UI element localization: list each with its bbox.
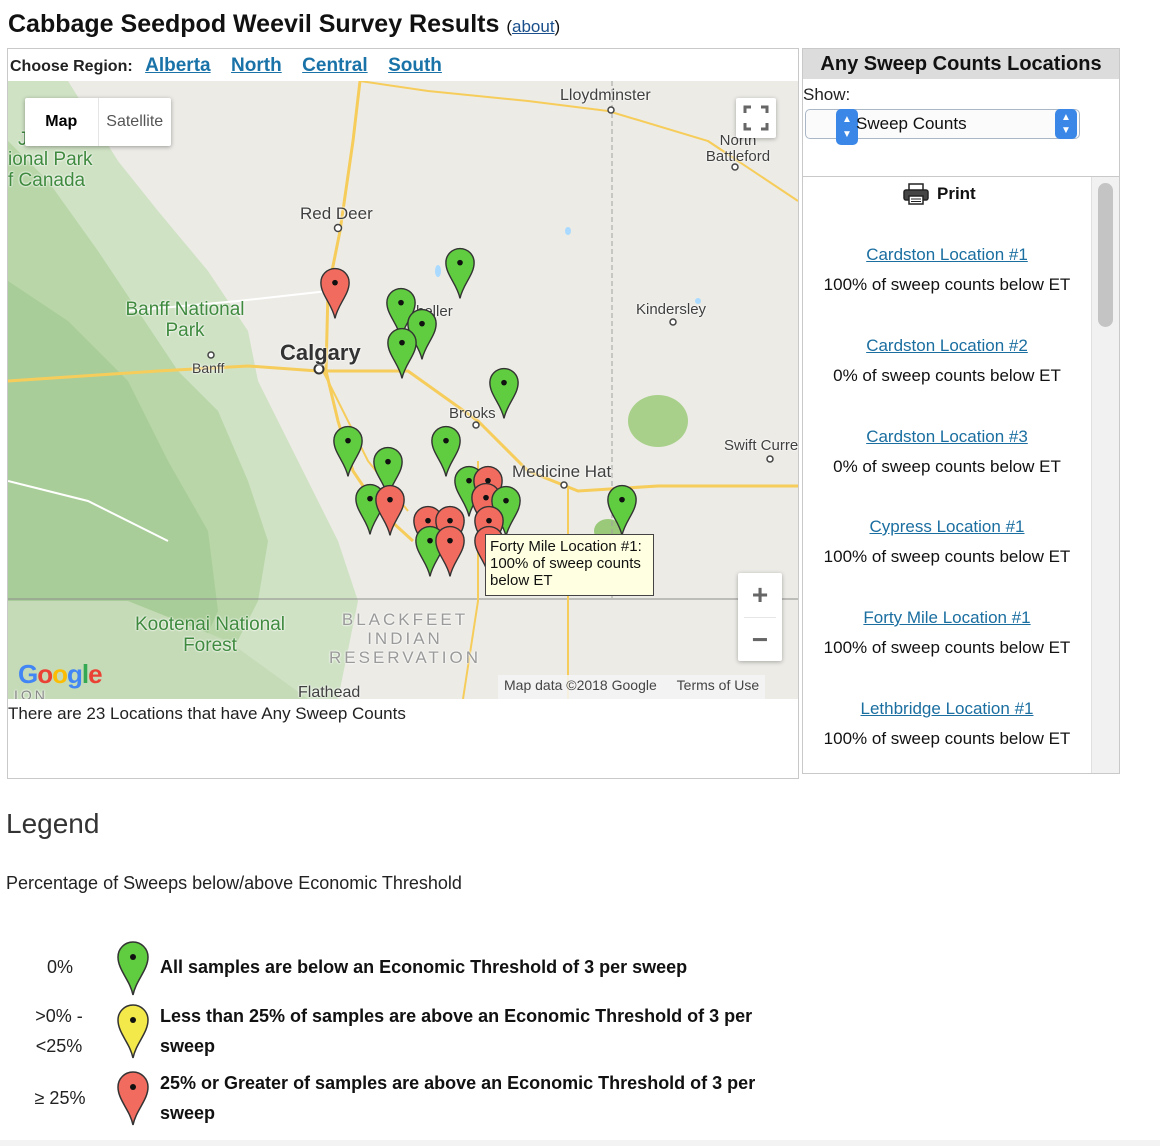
google-map[interactable]: Lloydminster North Battleford Ja ional P… [8,81,798,699]
legend-row: ≥ 25% 25% or Greater of samples are abov… [0,1068,800,1128]
legend-row: >0% - <25% Less than 25% of samples are … [0,1001,800,1061]
map-label-banff-np: Banff National Park [125,299,245,341]
yellow-marker-icon [117,1004,149,1059]
location-list: Print Cardston Location #1 100% of sweep… [803,177,1119,773]
page-title-text: Cabbage Seedpod Weevil Survey Results [8,10,500,38]
region-link-central[interactable]: Central [302,55,367,76]
map-label-medicine-hat: Medicine Hat [512,462,612,481]
location-pct: 100% of sweep counts below ET [823,547,1071,566]
map-label-calgary: Calgary [280,340,361,365]
legend-range: ≥ 25% [34,1088,86,1108]
map-label-kootenai: Kootenai National Forest [135,614,285,656]
about-link[interactable]: about [512,17,555,36]
list-item: Lethbridge Location #1 100% of sweep cou… [803,699,1091,749]
location-pct: 100% of sweep counts below ET [823,729,1071,748]
location-count-text: There are 23 Locations that have Any Swe… [8,704,406,723]
zoom-in-button[interactable]: + [738,573,782,617]
marker-tooltip: Forty Mile Location #1: 100% of sweep co… [485,534,654,596]
list-item: Cardston Location #2 0% of sweep counts … [803,336,1091,386]
region-link-alberta[interactable]: Alberta [145,55,210,76]
legend-row: 0% All samples are below an Economic Thr… [0,941,800,996]
region-link-north[interactable]: North [231,55,282,76]
list-item: Cardston Location #1 100% of sweep count… [803,245,1091,295]
legend-desc: Less than 25% of samples are above an Ec… [160,1006,753,1056]
red-marker-icon[interactable] [319,266,351,320]
green-marker-icon[interactable] [332,424,364,478]
zoom-control: + − [738,573,782,661]
location-link[interactable]: Cypress Location #1 [803,517,1091,537]
region-label: Choose Region: [10,58,133,75]
map-terrain [8,81,798,699]
fullscreen-icon [743,105,769,131]
select-arrows-icon-right: ▲ ▼ [1055,109,1077,139]
list-item: Forty Mile Location #1 100% of sweep cou… [803,608,1091,658]
location-link[interactable]: Forty Mile Location #1 [803,608,1091,628]
zoom-out-button[interactable]: − [738,618,782,662]
map-label-blackfeet: BLACKFEET INDIAN RESERVATION [328,610,482,667]
green-marker-icon[interactable] [386,326,418,380]
legend-desc: 25% or Greater of samples are above an E… [160,1073,756,1123]
map-label-flathead: Flathead [298,684,361,699]
location-link[interactable]: Lethbridge Location #1 [803,699,1091,719]
map-type-control: Map Satellite [25,98,171,146]
location-pct: 100% of sweep counts below ET [823,638,1071,657]
red-marker-icon[interactable] [374,483,406,537]
legend-range: >0% - <25% [35,1006,83,1056]
terms-of-use-link[interactable]: Terms of Use [677,677,759,693]
legend-range: 0% [46,957,73,977]
show-select[interactable]: ▲ ▼ Sweep Counts ▲ ▼ [805,109,1080,145]
map-label-kindersley: Kindersley [636,301,707,318]
map-type-map-button[interactable]: Map [25,98,98,146]
page-title: Cabbage Seedpod Weevil Survey Results (a… [8,10,561,38]
map-label-lloydminster: Lloydminster [560,87,651,104]
location-link[interactable]: Cardston Location #1 [803,245,1091,265]
print-label: Print [937,184,976,203]
green-marker-icon [117,941,149,996]
show-label: Show: [803,85,851,104]
page: Cabbage Seedpod Weevil Survey Results (a… [0,0,1160,1140]
locations-panel: Any Sweep Counts Locations Show: ▲ ▼ Swee… [802,48,1120,774]
red-marker-icon[interactable] [434,524,466,578]
map-label-jasper-2: ional Park [8,149,93,170]
red-marker-icon [117,1071,149,1126]
panel-title: Any Sweep Counts Locations [803,49,1119,79]
region-link-south[interactable]: South [388,55,442,76]
map-container: Choose Region: Alberta North Central Sou… [7,48,799,779]
location-pct: 0% of sweep counts below ET [833,366,1061,385]
fullscreen-button[interactable] [736,98,776,138]
map-data-text: Map data ©2018 Google [504,677,657,693]
scrollbar-thumb[interactable] [1098,183,1113,327]
region-chooser: Choose Region: Alberta North Central Sou… [8,49,798,81]
green-marker-icon[interactable] [444,246,476,300]
select-arrows-icon: ▲ ▼ [836,109,858,145]
list-item: Cypress Location #1 100% of sweep counts… [803,517,1091,567]
map-type-satellite-button[interactable]: Satellite [97,98,172,146]
location-link[interactable]: Cardston Location #3 [803,427,1091,447]
location-link[interactable]: Cardston Location #2 [803,336,1091,356]
location-pct: 100% of sweep counts below ET [823,275,1071,294]
legend-title: Legend [6,808,100,839]
google-logo: Google [18,659,103,689]
green-marker-icon[interactable] [606,483,638,537]
legend-subtitle: Percentage of Sweeps below/above Economi… [6,873,462,893]
map-label-jasper-3: f Canada [8,170,86,191]
map-attribution: Map data ©2018 Google Terms of Use [498,675,766,699]
print-button[interactable]: Print [903,183,976,205]
green-marker-icon[interactable] [488,366,520,420]
legend-desc: All samples are below an Economic Thresh… [160,957,688,977]
scrollbar[interactable] [1091,177,1119,773]
printer-icon [903,183,929,205]
map-label-red-deer: Red Deer [300,204,373,223]
map-label-swift-current: Swift Curre [724,437,798,454]
show-select-value: Sweep Counts [856,114,967,133]
map-label-banff: Banff [192,360,225,376]
location-pct: 0% of sweep counts below ET [833,457,1061,476]
list-item: Cardston Location #3 0% of sweep counts … [803,427,1091,477]
